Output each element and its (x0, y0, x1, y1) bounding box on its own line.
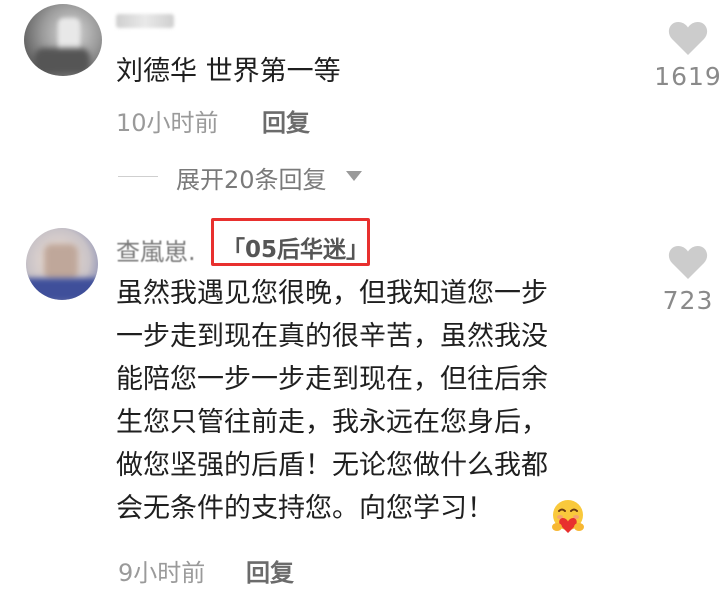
username[interactable]: 查嵐崽. (116, 232, 196, 267)
comment-line: 会无条件的支持您。向您学习！ (116, 493, 494, 524)
comment-time: 9小时前 (118, 559, 206, 587)
hugging-face-emoji-icon (552, 500, 584, 533)
comment-line: 能陪您一步一步走到现在，但往后余 (116, 364, 548, 395)
avatar[interactable] (26, 228, 98, 300)
comment-line: 虽然我遇见您很晚，但我知道您一步 (116, 278, 548, 309)
heart-icon[interactable] (668, 244, 708, 280)
fan-badge-label: 「05后华迷」 (222, 237, 370, 263)
reply-button[interactable]: 回复 (262, 103, 310, 138)
comment-text: 刘德华 世界第一等 (116, 56, 341, 87)
heart-icon[interactable] (668, 20, 708, 56)
like-count: 723 (662, 286, 714, 315)
like-button[interactable]: 1619 (648, 20, 719, 91)
avatar-blur-body (26, 278, 98, 300)
comment-text: 虽然我遇见您很晚，但我知道您一步 一步走到现在真的很辛苦，虽然我没 能陪您一步一… (116, 272, 616, 530)
reply-button[interactable]: 回复 (246, 553, 294, 588)
fan-badge-highlight: 「05后华迷」 (211, 218, 370, 266)
like-button[interactable]: 723 (648, 244, 719, 315)
like-count: 1619 (654, 62, 719, 91)
comment-time: 10小时前 (116, 109, 219, 137)
caret-down-icon[interactable] (346, 171, 362, 181)
username-redacted[interactable] (116, 14, 174, 28)
comment-line: 一步走到现在真的很辛苦，虽然我没 (116, 321, 548, 352)
avatar-blur-face (44, 244, 78, 280)
expand-replies-button[interactable]: 展开20条回复 (176, 160, 327, 195)
comment-line: 生您只管往前走，我永远在您身后， (116, 407, 548, 438)
avatar-blur-body (34, 48, 90, 74)
avatar[interactable] (24, 4, 102, 76)
comment-line: 做您坚强的后盾！无论您做什么我都 (116, 450, 548, 481)
divider (118, 176, 158, 177)
